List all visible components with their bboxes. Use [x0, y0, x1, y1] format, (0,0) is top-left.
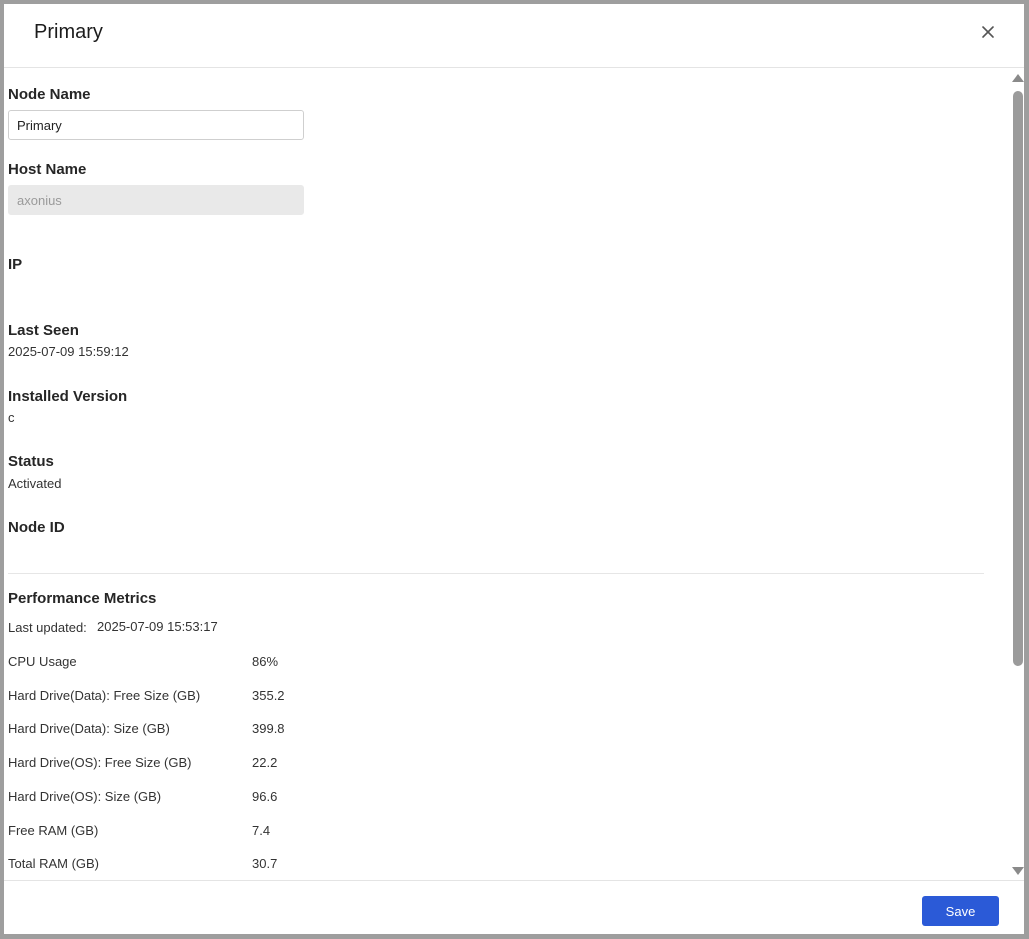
ip-label: IP: [8, 256, 23, 273]
scroll-down-icon[interactable]: [1012, 867, 1024, 875]
performance-metrics-title: Performance Metrics: [8, 590, 157, 607]
metric-name: CPU Usage: [8, 654, 77, 669]
save-button[interactable]: Save: [922, 896, 999, 926]
metric-name: Hard Drive(Data): Free Size (GB): [8, 688, 201, 703]
scroll-up-icon[interactable]: [1012, 74, 1024, 82]
vertical-scrollbar[interactable]: [1009, 68, 1024, 881]
last-updated-value: 2025-07-09 15:53:17: [97, 619, 218, 634]
last-seen-label: Last Seen: [8, 322, 79, 339]
metric-value: 30.7: [252, 856, 278, 871]
close-icon[interactable]: [978, 22, 998, 42]
metric-value: 96.6: [252, 789, 278, 804]
installed-version-value: c: [8, 410, 15, 425]
installed-version-label: Installed Version: [8, 388, 128, 405]
last-seen-value: 2025-07-09 15:59:12: [8, 344, 129, 359]
status-label: Status: [8, 453, 54, 470]
metric-name: Hard Drive(OS): Free Size (GB): [8, 755, 192, 770]
node-id-label: Node ID: [8, 519, 65, 536]
metric-value: 22.2: [252, 755, 278, 770]
host-name-label: Host Name: [8, 161, 87, 178]
scrollbar-thumb[interactable]: [1013, 91, 1023, 666]
metric-value: 86%: [252, 654, 279, 669]
host-name-input: [8, 185, 304, 215]
node-name-label: Node Name: [8, 86, 91, 103]
metric-name: Free RAM (GB): [8, 823, 99, 838]
metric-name: Hard Drive(Data): Size (GB): [8, 721, 170, 736]
metric-name: Hard Drive(OS): Size (GB): [8, 789, 162, 804]
node-dialog: Primary Node Name Host Name IP Last Seen…: [4, 4, 1024, 934]
section-divider: [8, 573, 984, 574]
status-value: Activated: [8, 476, 62, 491]
dialog-footer: Save: [4, 880, 1024, 934]
metric-value: 399.8: [252, 721, 285, 736]
node-name-input[interactable]: [8, 110, 304, 140]
metric-name: Total RAM (GB): [8, 856, 100, 871]
dialog-header: Primary: [4, 4, 1024, 68]
dialog-title: Primary: [34, 21, 103, 43]
dialog-body: Node Name Host Name IP Last Seen 2025-07…: [4, 68, 1024, 881]
metric-value: 355.2: [252, 688, 285, 703]
metric-value: 7.4: [252, 823, 271, 838]
last-updated-label: Last updated:: [8, 620, 87, 635]
